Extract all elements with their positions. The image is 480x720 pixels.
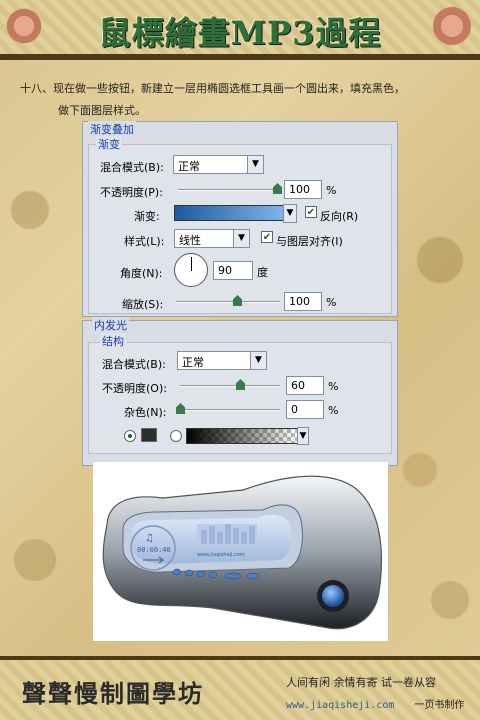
go-gradient-dropdown[interactable]: ▼ bbox=[283, 204, 297, 223]
page-title: 鼠標繪畫MP3過程 bbox=[98, 14, 382, 52]
go-style-value: 线性 bbox=[179, 234, 201, 247]
round-button-inner bbox=[322, 585, 344, 607]
go-align-label: 与图层对齐(I) bbox=[276, 235, 343, 248]
go-reverse-checkbox[interactable]: ✔ bbox=[305, 206, 317, 218]
go-opacity-input[interactable]: 100 bbox=[284, 180, 322, 199]
go-align-checkbox[interactable]: ✔ bbox=[261, 231, 273, 243]
ig-noise-label: 杂色(N): bbox=[124, 406, 167, 419]
go-opacity-label: 不透明度(P): bbox=[100, 186, 163, 199]
go-opacity-slider[interactable] bbox=[178, 189, 280, 191]
ig-opacity-slider[interactable] bbox=[180, 385, 280, 387]
go-angle-input[interactable]: 90 bbox=[213, 261, 253, 280]
go-scale-input[interactable]: 100 bbox=[284, 292, 322, 311]
ig-opacity-input[interactable]: 60 bbox=[286, 376, 324, 395]
go-style-select[interactable]: 线性 ▼ bbox=[174, 229, 250, 248]
screen-url-text: www.jiaqisheji.com bbox=[197, 552, 245, 558]
chevron-down-icon: ▼ bbox=[233, 230, 249, 247]
chevron-down-icon: ▼ bbox=[247, 156, 263, 173]
go-reverse-label: 反向(R) bbox=[320, 210, 359, 223]
go-style-label: 样式(L): bbox=[124, 235, 165, 248]
go-angle-dial[interactable] bbox=[174, 253, 208, 287]
footer-banner: 聲聲慢制圖學坊 人间有闲 余情有寄 试一卷从容 www.jiaqisheji.c… bbox=[0, 656, 480, 720]
instruction-text: 十八、现在做一些按钮，新建立一层用椭圆选框工具画一个圆出来，填充黑色， 做下面图… bbox=[20, 78, 465, 122]
ig-gradient-picker[interactable] bbox=[186, 428, 298, 444]
go-blend-mode-label: 混合模式(B): bbox=[100, 161, 164, 174]
go-scale-slider[interactable] bbox=[176, 301, 280, 303]
go-blend-mode-select[interactable]: 正常 ▼ bbox=[173, 155, 264, 174]
gradient-group-title: 渐变 bbox=[96, 136, 122, 152]
chevron-down-icon: ▼ bbox=[298, 428, 308, 444]
go-scale-label: 缩放(S): bbox=[122, 298, 164, 311]
ig-color-swatch[interactable] bbox=[141, 428, 157, 442]
footer-studio-name: 聲聲慢制圖學坊 bbox=[22, 679, 204, 708]
ig-gradient-radio[interactable] bbox=[170, 430, 182, 442]
go-opacity-unit: % bbox=[326, 184, 337, 197]
footer-tagline: 人间有闲 余情有寄 试一卷从容 bbox=[286, 676, 436, 689]
mp3-player-illustration: www.jiaqisheji.com 00:00:40 ♫ bbox=[102, 475, 383, 630]
screen-time-text: 00:00:40 bbox=[137, 546, 171, 554]
ig-blend-mode-value: 正常 bbox=[182, 356, 204, 369]
ig-opacity-unit: % bbox=[328, 380, 339, 393]
go-scale-unit: % bbox=[326, 296, 337, 309]
gradient-overlay-title: 渐变叠加 bbox=[88, 121, 136, 137]
go-angle-label: 角度(N): bbox=[120, 267, 163, 280]
go-blend-mode-value: 正常 bbox=[178, 160, 200, 173]
go-angle-unit: 度 bbox=[257, 266, 268, 279]
ig-blend-mode-label: 混合模式(B): bbox=[102, 358, 166, 371]
mp3-preview-image: www.jiaqisheji.com 00:00:40 ♫ bbox=[93, 462, 388, 641]
structure-group-title: 结构 bbox=[100, 333, 126, 349]
top-banner: 鼠標繪畫MP3過程 bbox=[0, 0, 480, 60]
footer-credit-line: www.jiaqisheji.com 一页书制作 bbox=[286, 696, 464, 711]
chevron-down-icon: ▼ bbox=[250, 352, 266, 369]
go-gradient-picker[interactable] bbox=[174, 205, 284, 221]
music-note-icon: ♫ bbox=[145, 533, 154, 544]
chevron-down-icon: ▼ bbox=[284, 205, 296, 222]
ig-noise-slider[interactable] bbox=[180, 409, 280, 411]
go-gradient-label: 渐变: bbox=[134, 210, 160, 223]
inner-glow-title: 内发光 bbox=[92, 317, 129, 333]
ig-noise-input[interactable]: 0 bbox=[286, 400, 324, 419]
instruction-line-2: 做下面图层样式。 bbox=[58, 104, 146, 117]
ig-opacity-label: 不透明度(O): bbox=[102, 382, 167, 395]
instruction-line-1: 十八、现在做一些按钮，新建立一层用椭圆选框工具画一个圆出来，填充黑色， bbox=[20, 82, 405, 95]
footer-site-link[interactable]: www.jiaqisheji.com bbox=[286, 700, 394, 711]
ig-color-radio[interactable] bbox=[124, 430, 136, 442]
ig-gradient-dropdown[interactable]: ▼ bbox=[297, 427, 309, 445]
footer-credit: 一页书制作 bbox=[414, 700, 465, 711]
ig-noise-unit: % bbox=[328, 404, 339, 417]
ig-blend-mode-select[interactable]: 正常 ▼ bbox=[177, 351, 267, 370]
